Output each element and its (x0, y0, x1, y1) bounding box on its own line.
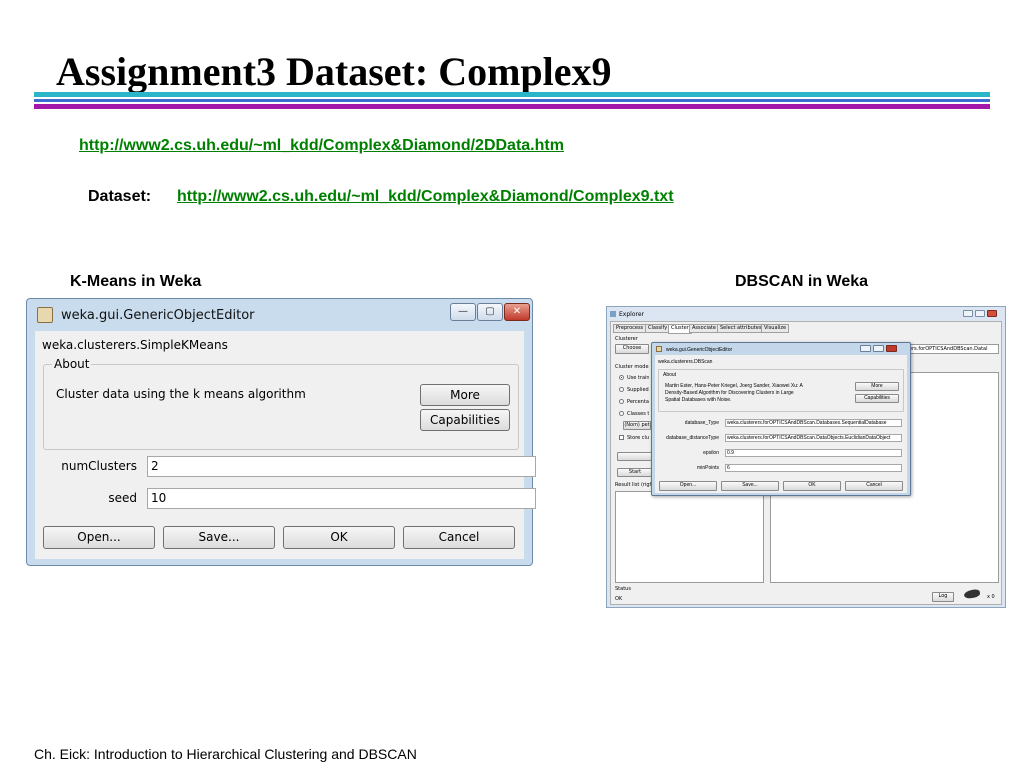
dataset-label: Dataset: (88, 188, 152, 205)
cancel-button[interactable]: Cancel (403, 526, 515, 549)
seed-input[interactable]: 10 (147, 488, 536, 509)
status-label: Status (615, 586, 631, 592)
tab-select-attributes[interactable]: Select attributes (717, 324, 765, 333)
dbscan-close-icon[interactable] (886, 345, 897, 352)
store-clusters-label: Store clusters for visualization (627, 435, 649, 441)
explorer-maximize-icon[interactable] (975, 310, 985, 317)
title-rule-blue (34, 99, 990, 102)
dbscan-editor-window: weka.gui.GenericObjectEditor weka.cluste… (651, 342, 911, 496)
explorer-minimize-icon[interactable] (963, 310, 973, 317)
dbscan-ok-button[interactable]: OK (783, 481, 841, 491)
title-rule-purple (34, 104, 990, 109)
minpoints-label: minPoints (697, 465, 719, 471)
mode-radio-training[interactable] (619, 375, 624, 380)
ignore-attributes-button[interactable] (617, 452, 653, 461)
weka-app-icon (37, 307, 53, 323)
numclusters-input[interactable]: 2 (147, 456, 536, 477)
seed-label: seed (108, 491, 137, 505)
cluster-mode-label: Cluster mode (615, 364, 649, 370)
result-list-label: Result list (right-click for options) (615, 482, 655, 488)
clusterer-label: Clusterer (615, 336, 638, 342)
start-button[interactable]: Start (617, 468, 653, 477)
kmeans-editor-window: weka.gui.GenericObjectEditor — ▢ ✕ weka.… (26, 298, 536, 566)
tab-associate[interactable]: Associate (689, 324, 719, 333)
open-button[interactable]: Open... (43, 526, 155, 549)
clusterer-value[interactable]: erers.forOPTICSAndDBScan.Datal (901, 344, 999, 354)
ok-button[interactable]: OK (283, 526, 395, 549)
dbscan-open-button[interactable]: Open... (659, 481, 717, 491)
epsilon-input[interactable]: 0.9 (725, 449, 902, 457)
slide-title: Assignment3 Dataset: Complex9 (56, 49, 612, 94)
status-value: OK (615, 596, 623, 602)
dbscan-about-title: About (663, 372, 677, 378)
store-clusters-checkbox[interactable] (619, 435, 624, 440)
mode-radio-supplied[interactable] (619, 387, 624, 392)
capabilities-button[interactable]: Capabilities (420, 409, 510, 431)
about-title: About (52, 357, 92, 371)
dbscan-about-group: About Martin Ester, Hans-Peter Kriegel, … (658, 369, 904, 412)
2ddata-page-link[interactable]: http://www2.cs.uh.edu/~ml_kdd/Complex&Di… (79, 137, 564, 155)
kmeans-window-title: weka.gui.GenericObjectEditor (61, 308, 255, 323)
complex9-dataset-link[interactable]: http://www2.cs.uh.edu/~ml_kdd/Complex&Di… (177, 188, 674, 206)
close-icon[interactable]: ✕ (504, 303, 530, 321)
database-distance-type-label: database_distanceType (666, 435, 719, 441)
dbscan-about-text: Martin Ester, Hans-Peter Kriegel, Joerg … (665, 383, 803, 403)
result-list-panel[interactable] (615, 491, 764, 583)
epsilon-label: epsilon (703, 450, 719, 456)
tab-visualize[interactable]: Visualize (761, 324, 790, 333)
dbscan-maximize-icon[interactable] (873, 345, 884, 352)
choose-button[interactable]: Choose (615, 344, 649, 354)
about-group: About Cluster data using the k means alg… (43, 357, 519, 450)
dbscan-editor-body: weka.clusterers.DBScan About Martin Este… (655, 355, 907, 493)
dbscan-save-button[interactable]: Save... (721, 481, 779, 491)
more-button[interactable]: More (420, 384, 510, 406)
dbscan-window-title: weka.gui.GenericObjectEditor (666, 347, 733, 353)
mode-percentage-label: Percentage split (627, 399, 649, 405)
kmeans-editor-body: weka.clusterers.SimpleKMeans About Clust… (35, 331, 536, 559)
minpoints-input[interactable]: 6 (725, 464, 902, 472)
about-text: Cluster data using the k means algorithm (56, 387, 306, 401)
dbscan-capabilities-button[interactable]: Capabilities (855, 394, 899, 403)
instance-count: x 0 (987, 594, 995, 600)
dbscan-caption: DBSCAN in Weka (735, 273, 869, 290)
explorer-app-icon (610, 311, 616, 317)
database-type-input[interactable]: weka.clusterers.forOPTICSAndDBScan.Datab… (725, 419, 902, 427)
minimize-icon[interactable]: — (450, 303, 476, 321)
nom-class-select[interactable]: (Nom) pet (623, 421, 651, 430)
kmeans-titlebar: weka.gui.GenericObjectEditor — ▢ ✕ (27, 299, 532, 331)
database-distance-type-input[interactable]: weka.clusterers.forOPTICSAndDBScan.DataO… (725, 434, 902, 442)
explorer-title: Explorer (619, 311, 644, 318)
log-button[interactable]: Log (932, 592, 954, 602)
dbscan-minimize-icon[interactable] (860, 345, 871, 352)
dbscan-cancel-button[interactable]: Cancel (845, 481, 903, 491)
dbscan-more-button[interactable]: More (855, 382, 899, 391)
mode-classes-label: Classes to clusters evaluation (627, 411, 649, 417)
tab-preprocess[interactable]: Preprocess (613, 324, 647, 333)
kmeans-caption: K-Means in Weka (70, 273, 202, 290)
mode-radio-percentage[interactable] (619, 399, 624, 404)
explorer-close-icon[interactable] (987, 310, 997, 317)
kmeans-class-name: weka.clusterers.SimpleKMeans (42, 338, 228, 352)
numclusters-label: numClusters (61, 459, 137, 473)
mode-training-label: Use training set (627, 375, 649, 381)
maximize-icon[interactable]: ▢ (477, 303, 503, 321)
weka-app-icon (656, 346, 662, 352)
mode-supplied-label: Supplied test set (627, 387, 649, 393)
database-type-label: database_Type (684, 420, 719, 426)
title-rule-teal (34, 92, 990, 97)
tab-classify[interactable]: Classify (645, 324, 671, 333)
mode-radio-classes[interactable] (619, 411, 624, 416)
save-button[interactable]: Save... (163, 526, 275, 549)
slide-footer: Ch. Eick: Introduction to Hierarchical C… (34, 746, 417, 762)
dbscan-class-name: weka.clusterers.DBScan (658, 359, 713, 365)
